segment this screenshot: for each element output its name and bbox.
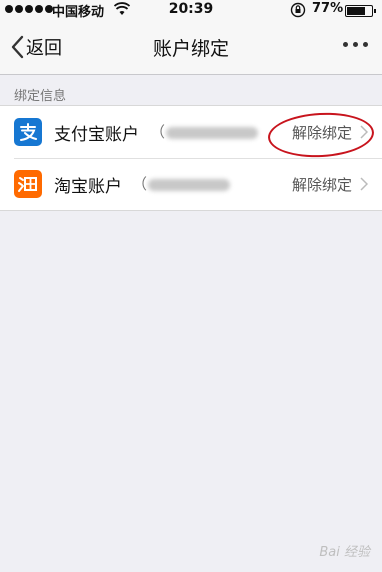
more-dot-icon [343,42,348,47]
more-dot-icon [353,42,358,47]
list-item-taobao[interactable]: 淘宝账户 （ 解除绑定 [0,158,382,210]
battery-percent: 77% [312,1,344,16]
more-dot-icon [363,42,368,47]
masked-account-number: （ [150,121,258,142]
account-title: 支付宝账户 [54,125,139,145]
rotation-lock-icon [290,2,306,18]
battery-fill [347,7,366,15]
chevron-right-icon [360,177,368,191]
watermark: Bai 经验 [319,545,370,560]
battery-icon [345,5,376,17]
more-options-button[interactable] [343,34,368,55]
taobao-icon [14,170,42,198]
status-bar: 中国移动 20:39 77% [0,0,382,20]
unbind-button[interactable]: 解除绑定 [292,174,352,195]
section-header: 绑定信息 [14,89,67,104]
navigation-bar: 返回 账户绑定 [0,20,382,75]
masked-account-number: （ [132,173,230,194]
account-title: 淘宝账户 [54,177,122,197]
alipay-icon [14,118,42,146]
page-title: 账户绑定 [152,38,229,60]
